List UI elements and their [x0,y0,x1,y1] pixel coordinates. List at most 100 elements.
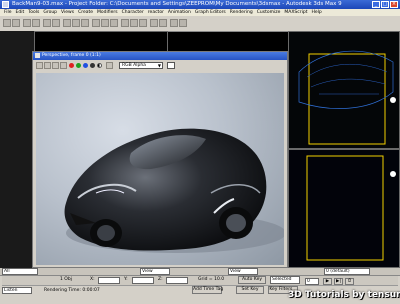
unlink-icon[interactable] [32,19,40,27]
teapot-icon[interactable] [179,19,187,27]
y-coordinate-field[interactable] [132,277,154,284]
car-wireframe [298,50,394,109]
material-editor-icon[interactable] [121,19,129,27]
render-icon[interactable] [139,19,147,27]
schematic-icon[interactable] [159,19,167,27]
menu-tools[interactable]: Tools [28,9,39,16]
menu-help[interactable]: Help [312,9,322,16]
snap-icon[interactable] [92,19,100,27]
app-icon[interactable] [2,1,9,8]
menu-customize[interactable]: Customize [257,9,281,16]
menu-modifiers[interactable]: Modifiers [97,9,118,16]
green-channel-toggle[interactable] [76,63,81,68]
selection-filter-value: Selected [272,277,292,282]
auto-key-button[interactable]: Auto Key [238,276,266,284]
alpha-channel-toggle[interactable] [90,63,95,68]
scale-icon[interactable] [81,19,89,27]
layer-dropdown[interactable]: All [2,268,38,275]
car-wireframe-lines [306,64,388,95]
color-swatch[interactable] [167,62,175,69]
select-by-name-icon[interactable] [52,19,60,27]
render-window-title: Perspective, frame 0 (1:1) [42,53,101,58]
rear-rim [226,214,246,232]
rotate-icon[interactable] [72,19,80,27]
view-dropdown-right[interactable]: View [228,268,258,275]
rendered-image [36,73,284,265]
redo-icon[interactable] [12,19,20,27]
set-key-button[interactable]: Set Key [236,286,264,294]
grid-size: Grid = 10.0 [198,277,225,282]
close-button[interactable]: × [390,1,398,8]
maxscript-listener-text: Listen [4,288,18,293]
z-label: Z: [158,277,163,282]
wireframe-view-lower [306,155,396,261]
save-image-icon[interactable] [36,62,43,69]
current-frame-field[interactable]: 0 [305,278,319,285]
chevron-down-icon: ▼ [157,63,161,68]
next-frame-button[interactable]: ▶| [334,278,343,285]
menu-reactor[interactable]: reactor [148,9,164,16]
mirror-icon[interactable] [101,19,109,27]
car-render [64,128,284,253]
layer-select[interactable]: 0 (default) [324,268,370,275]
selection-filter[interactable]: Selected [270,276,300,284]
time-slider[interactable]: All View View 0 (default) [0,268,400,276]
layer-dropdown-value: All [4,269,10,274]
play-button[interactable]: ▶ [323,278,332,285]
quick-render-icon[interactable] [170,19,178,27]
left-panel [0,31,34,269]
clone-window-icon[interactable] [52,62,59,69]
copy-image-icon[interactable] [44,62,51,69]
menu-bar: File Edit Tools Group Views Create Modif… [0,9,400,16]
front-rim [97,225,115,241]
menu-file[interactable]: File [4,9,12,16]
light-gizmo-lower [390,171,396,177]
menu-maxscript[interactable]: MAXScript [284,9,307,16]
maximize-button[interactable]: □ [381,1,389,8]
menu-create[interactable]: Create [78,9,93,16]
print-icon[interactable] [60,62,67,69]
channel-select[interactable]: RGB Alpha ▼ [119,62,163,69]
time-config-button[interactable]: ⏱ [345,278,354,285]
menu-graph-editors[interactable]: Graph Editors [195,9,226,16]
add-time-tag-button[interactable]: Add Time Tag [192,286,223,294]
z-coordinate-field[interactable] [166,277,188,284]
maxscript-listener[interactable]: Listen [2,287,32,294]
x-coordinate-field[interactable] [98,277,120,284]
render-window-toolbar: RGB Alpha ▼ [33,60,287,71]
viewport-front[interactable] [288,31,400,149]
y-label: Y: [124,277,128,282]
undo-icon[interactable] [3,19,11,27]
channel-select-value: RGB Alpha [122,63,146,68]
main-toolbar [0,16,400,32]
render-window-title-bar: Perspective, frame 0 (1:1) [33,52,287,60]
watermark: 3D Tutorials by tensun [288,290,400,300]
menu-character[interactable]: Character [122,9,144,16]
menu-edit[interactable]: Edit [16,9,25,16]
safe-frame-outline-lower [306,155,384,261]
render-setup-icon[interactable] [130,19,138,27]
move-icon[interactable] [63,19,71,27]
layer-select-value: 0 (default) [326,269,350,274]
curve-editor-icon[interactable] [150,19,158,27]
menu-animation[interactable]: Animation [168,9,191,16]
window-title: BackMan9-03.max - Project Folder: C:\Doc… [12,1,342,7]
minimize-button[interactable]: _ [372,1,380,8]
object-count: 1 Obj [60,277,72,282]
viewport-perspective[interactable] [288,149,400,268]
select-icon[interactable] [43,19,51,27]
menu-group[interactable]: Group [43,9,57,16]
menu-rendering[interactable]: Rendering [230,9,253,16]
align-icon[interactable] [110,19,118,27]
link-icon[interactable] [23,19,31,27]
status-text: Rendering Time: 0:00:07 [44,288,100,293]
monochrome-toggle[interactable] [97,63,102,68]
clear-icon[interactable] [106,62,113,69]
x-label: X: [90,277,95,282]
menu-views[interactable]: Views [61,9,74,16]
red-channel-toggle[interactable] [69,63,74,68]
title-bar: BackMan9-03.max - Project Folder: C:\Doc… [0,0,400,9]
blue-channel-toggle[interactable] [83,63,88,68]
wireframe-view [298,50,396,145]
view-dropdown-left[interactable]: View [140,268,170,275]
